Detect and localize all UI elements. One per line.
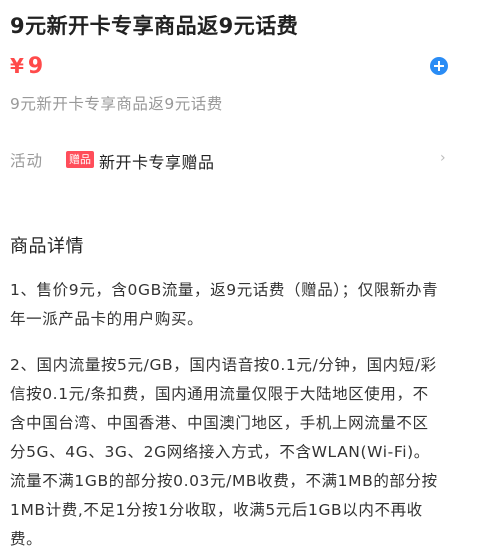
product-price: ¥9 — [10, 54, 43, 79]
price-value: 9 — [27, 54, 44, 79]
chevron-right-icon: › — [440, 150, 446, 166]
gift-badge: 赠品 — [66, 151, 94, 168]
add-to-cart-plus-icon[interactable] — [430, 57, 448, 75]
activity-row[interactable]: 活动 赠品 新开卡专享赠品 › — [10, 148, 450, 172]
details-paragraph-1: 1、售价9元，含0GB流量，返9元话费（赠品）；仅限新办青年一派产品卡的用户购买… — [10, 281, 439, 328]
details-heading: 商品详情 — [10, 236, 84, 257]
activity-label: 活动 — [10, 152, 44, 170]
product-title: 9元新开卡专享商品返9元话费 — [10, 14, 299, 38]
details-paragraph-2: 2、国内流量按5元/GB，国内语音按0.1元/分钟，国内短/彩信按0.1元/条扣… — [10, 356, 438, 548]
currency-symbol: ¥ — [10, 54, 24, 78]
activity-text: 新开卡专享赠品 — [99, 153, 215, 172]
product-subtitle: 9元新开卡专享商品返9元话费 — [10, 95, 223, 113]
